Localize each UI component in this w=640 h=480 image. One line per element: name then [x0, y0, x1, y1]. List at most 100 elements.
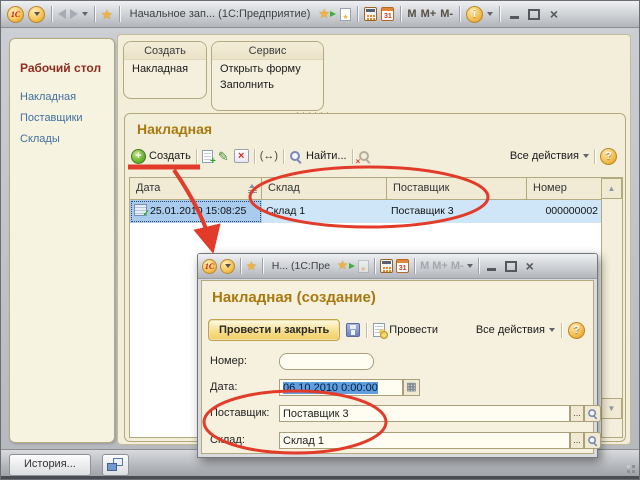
supplier-search-button[interactable]: [584, 405, 601, 422]
divider: [253, 148, 255, 164]
divider: [195, 148, 197, 164]
document-dialog: 1С ★ Н... (1С:Пре ★ 31 M M+ M- × Накладн…: [197, 253, 601, 458]
forward-button[interactable]: [70, 9, 78, 19]
calculator-icon[interactable]: [380, 259, 394, 273]
scroll-down-button[interactable]: ▼: [602, 398, 622, 419]
maximize-button[interactable]: [526, 5, 542, 23]
cancel-search-icon[interactable]: ×: [356, 150, 371, 166]
chevron-down-icon[interactable]: [466, 264, 473, 268]
calendar-icon[interactable]: 31: [381, 7, 395, 21]
goto-favorites-icon[interactable]: ★: [318, 7, 337, 21]
all-actions-button[interactable]: Все действия: [510, 150, 589, 162]
column-header-warehouse[interactable]: Склад: [262, 178, 387, 199]
cell-date[interactable]: 25.01.2010 15:08:25: [130, 200, 262, 223]
sidebar-item-sklady[interactable]: Склады: [20, 133, 114, 145]
search-icon: [587, 408, 597, 418]
command-fill[interactable]: Заполнить: [212, 76, 323, 92]
post-button[interactable]: Провести: [373, 323, 438, 339]
add-favorite-icon[interactable]: [358, 259, 370, 273]
divider: [261, 258, 263, 274]
create-button[interactable]: Создать: [131, 148, 191, 164]
chevron-down-icon: [224, 264, 231, 268]
field-label: Поставщик:: [210, 407, 270, 419]
document-posted-icon: [134, 204, 150, 219]
date-picker-button[interactable]: ▦: [403, 379, 420, 396]
all-actions-button[interactable]: Все действия: [476, 324, 555, 336]
remote-session-button[interactable]: [102, 454, 129, 476]
warehouse-input[interactable]: Склад 1: [279, 432, 570, 449]
date-input[interactable]: 06.10.2010 0:00:00: [279, 379, 403, 396]
memory-m-button[interactable]: M: [420, 260, 429, 272]
minimize-button[interactable]: [506, 5, 522, 23]
memory-mminus-button[interactable]: M-: [440, 8, 453, 20]
info-icon[interactable]: i: [466, 5, 484, 23]
maximize-button[interactable]: [503, 257, 519, 275]
calendar-icon[interactable]: 31: [396, 259, 410, 273]
plus-icon: [131, 148, 146, 164]
favorites-icon[interactable]: ★: [101, 8, 113, 21]
help-button[interactable]: ?: [568, 321, 585, 339]
maximize-icon: [528, 8, 541, 20]
history-button[interactable]: История...: [9, 454, 91, 476]
command-group-title: Создать: [124, 42, 206, 60]
dialog-menu-button[interactable]: [220, 258, 235, 274]
dialog-titlebar: 1С ★ Н... (1С:Пре ★ 31 M M+ M- ×: [198, 254, 597, 279]
command-group-title: Сервис: [212, 42, 323, 60]
search-icon: [289, 150, 302, 163]
supplier-choose-button[interactable]: ...: [570, 405, 584, 422]
find-button[interactable]: Найти...: [289, 150, 347, 163]
memory-mplus-button[interactable]: M+: [432, 260, 448, 272]
minimize-button[interactable]: [484, 257, 500, 275]
resize-grip[interactable]: [623, 461, 635, 473]
cell-number[interactable]: 000000002: [527, 200, 602, 223]
divider: [414, 258, 416, 274]
command-create-nakladnaya[interactable]: Накладная: [124, 60, 206, 76]
post-and-close-button[interactable]: Провести и закрыть: [208, 319, 341, 341]
column-header-supplier[interactable]: Поставщик: [387, 178, 527, 199]
number-input[interactable]: [279, 353, 374, 370]
1c-logo-icon: 1С: [202, 258, 217, 274]
memory-mplus-button[interactable]: M+: [421, 8, 437, 20]
help-button[interactable]: ?: [600, 147, 617, 165]
minimize-icon: [509, 16, 519, 19]
memory-mminus-button[interactable]: M-: [451, 260, 464, 272]
divider: [400, 6, 402, 22]
close-button[interactable]: ×: [522, 257, 538, 275]
divider: [561, 322, 562, 338]
memory-m-button[interactable]: M: [407, 8, 416, 20]
goto-favorites-icon[interactable]: ★: [337, 259, 356, 273]
supplier-input[interactable]: Поставщик 3: [279, 405, 570, 422]
list-title: Накладная: [137, 121, 213, 137]
favorites-icon[interactable]: ★: [246, 259, 257, 273]
warehouse-choose-button[interactable]: ...: [570, 432, 584, 449]
copy-item-button[interactable]: [201, 149, 216, 167]
sidebar-item-nakladnaya[interactable]: Накладная: [20, 91, 114, 103]
scroll-up-button[interactable]: ▲: [602, 178, 622, 199]
close-button[interactable]: ×: [546, 5, 562, 23]
delete-button[interactable]: ×: [233, 149, 249, 163]
monitors-icon: [107, 458, 123, 471]
sidebar-item-postavshchiki[interactable]: Поставщики: [20, 112, 114, 124]
cell-warehouse[interactable]: Склад 1: [262, 200, 387, 223]
calculator-icon[interactable]: [364, 7, 378, 21]
history-dropdown-icon[interactable]: [82, 12, 88, 16]
column-header-date[interactable]: Дата: [130, 178, 262, 199]
info-dropdown-icon[interactable]: [487, 12, 494, 16]
column-resize-icon[interactable]: (↔): [260, 150, 278, 162]
save-icon[interactable]: [346, 323, 361, 337]
add-favorite-icon[interactable]: [340, 7, 352, 21]
back-button[interactable]: [58, 9, 66, 19]
warehouse-search-button[interactable]: [584, 432, 601, 449]
divider: [283, 148, 285, 164]
column-header-number[interactable]: Номер: [527, 178, 602, 199]
divider: [357, 6, 359, 22]
field-label: Номер:: [210, 355, 247, 367]
command-open-form[interactable]: Открыть форму: [212, 60, 323, 76]
command-group-create: Создать Накладная: [123, 41, 207, 99]
main-menu-button[interactable]: [28, 5, 45, 23]
cell-supplier[interactable]: Поставщик 3: [387, 200, 527, 223]
table-row[interactable]: 25.01.2010 15:08:25 Склад 1 Поставщик 3 …: [130, 200, 602, 223]
vertical-scrollbar[interactable]: ▲ ▼: [601, 178, 622, 437]
divider: [240, 258, 241, 274]
edit-button[interactable]: ✎: [218, 150, 229, 163]
